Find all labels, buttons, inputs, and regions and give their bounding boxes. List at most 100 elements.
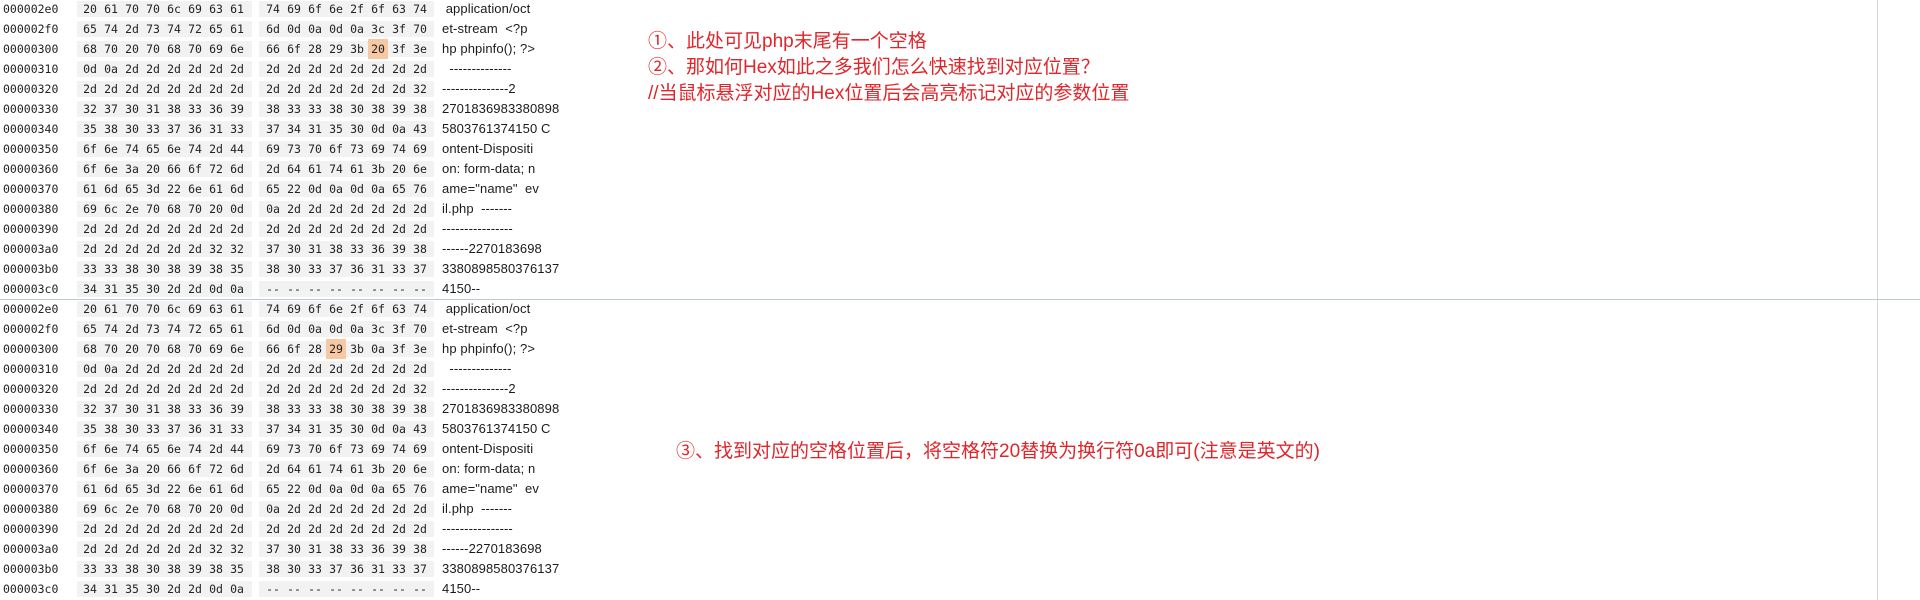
hex-byte[interactable]: 2d	[122, 519, 142, 539]
row-ascii[interactable]: on: form-data; n	[442, 459, 535, 479]
hex-byte[interactable]: 38	[263, 259, 283, 279]
hex-byte[interactable]: 6e	[185, 179, 205, 199]
hex-byte[interactable]: 73	[284, 439, 304, 459]
row-ascii[interactable]: 4150--	[442, 279, 480, 299]
hex-byte[interactable]: 32	[227, 239, 247, 259]
hex-byte[interactable]: 0d	[347, 179, 367, 199]
hex-byte[interactable]: 2d	[410, 519, 430, 539]
hex-byte[interactable]: 65	[80, 319, 100, 339]
hex-byte[interactable]: 6f	[80, 159, 100, 179]
hex-byte[interactable]: 69	[206, 339, 226, 359]
hex-byte[interactable]: 65	[143, 139, 163, 159]
hex-byte[interactable]: 2d	[206, 439, 226, 459]
hex-byte[interactable]: 74	[326, 459, 346, 479]
row-ascii[interactable]: hp phpinfo(); ?>	[442, 339, 535, 359]
row-ascii[interactable]: ------2270183698	[442, 239, 542, 259]
hex-byte[interactable]: 33	[305, 559, 325, 579]
hex-byte[interactable]: 39	[389, 239, 409, 259]
row-ascii[interactable]: ame="name" ev	[442, 479, 539, 499]
hex-byte[interactable]: 3b	[347, 39, 367, 59]
hex-byte[interactable]: 2d	[122, 539, 142, 559]
hex-byte[interactable]: 0a	[263, 499, 283, 519]
hex-byte[interactable]: 69	[284, 299, 304, 319]
hex-byte[interactable]: 2d	[326, 359, 346, 379]
hex-byte[interactable]: 2d	[305, 379, 325, 399]
hex-byte[interactable]: 38	[101, 119, 121, 139]
hex-byte[interactable]: 74	[410, 0, 430, 19]
hex-byte[interactable]: 2d	[368, 379, 388, 399]
hex-byte[interactable]: 68	[164, 499, 184, 519]
hex-byte[interactable]: 6c	[164, 0, 184, 19]
hex-byte[interactable]: 3a	[122, 159, 142, 179]
hex-byte[interactable]: 33	[227, 419, 247, 439]
row-ascii[interactable]: 5803761374150 C	[442, 419, 551, 439]
hex-byte[interactable]: 36	[206, 399, 226, 419]
hex-byte[interactable]: 37	[263, 239, 283, 259]
hex-byte[interactable]: 2d	[122, 359, 142, 379]
hex-byte[interactable]: 31	[305, 119, 325, 139]
hex-byte[interactable]: 70	[185, 199, 205, 219]
hex-byte[interactable]: 0d	[284, 19, 304, 39]
hex-byte[interactable]: 34	[284, 119, 304, 139]
hex-byte[interactable]: 38	[263, 399, 283, 419]
hex-byte[interactable]: 2d	[80, 519, 100, 539]
hex-byte[interactable]: 31	[305, 419, 325, 439]
hex-byte[interactable]: 2d	[80, 79, 100, 99]
hex-byte[interactable]: 35	[326, 119, 346, 139]
hex-byte[interactable]: 69	[263, 139, 283, 159]
hex-byte[interactable]: 2d	[368, 219, 388, 239]
hex-byte[interactable]: 2d	[326, 519, 346, 539]
hex-byte[interactable]: 36	[347, 559, 367, 579]
hex-byte[interactable]: --	[263, 579, 283, 599]
hex-byte[interactable]: 38	[164, 559, 184, 579]
hex-byte[interactable]: 35	[326, 419, 346, 439]
hex-byte[interactable]: 39	[185, 259, 205, 279]
hex-byte[interactable]: 32	[227, 539, 247, 559]
row-ascii[interactable]: application/oct	[442, 299, 531, 319]
hex-byte[interactable]: 2d	[143, 239, 163, 259]
hex-byte[interactable]: 2d	[410, 219, 430, 239]
hex-byte[interactable]: 2d	[263, 79, 283, 99]
hex-byte[interactable]: 2d	[389, 219, 409, 239]
hex-byte[interactable]: 0a	[326, 479, 346, 499]
hex-byte[interactable]: 2d	[410, 499, 430, 519]
hex-byte[interactable]: 2d	[368, 59, 388, 79]
hex-byte[interactable]: 6e	[101, 459, 121, 479]
hex-byte[interactable]: 74	[263, 299, 283, 319]
hex-byte[interactable]: 6d	[227, 479, 247, 499]
hex-byte[interactable]: 0d	[368, 419, 388, 439]
hex-byte[interactable]: 33	[185, 99, 205, 119]
hex-byte[interactable]: 70	[122, 0, 142, 19]
hex-byte[interactable]: 2d	[389, 59, 409, 79]
hex-byte[interactable]: 22	[164, 179, 184, 199]
hex-byte[interactable]: 2d	[284, 59, 304, 79]
hex-byte[interactable]: 35	[80, 119, 100, 139]
hex-byte[interactable]: 20	[206, 499, 226, 519]
hex-byte[interactable]: --	[347, 579, 367, 599]
top-scrollbar[interactable]	[1878, 0, 1920, 300]
hex-byte[interactable]: 20	[143, 159, 163, 179]
hex-byte[interactable]: 0d	[305, 179, 325, 199]
hex-byte[interactable]: 2d	[101, 519, 121, 539]
hex-byte[interactable]: 68	[164, 339, 184, 359]
hex-byte[interactable]: 30	[347, 119, 367, 139]
hex-byte[interactable]: 22	[284, 479, 304, 499]
hex-byte[interactable]: 3e	[410, 339, 430, 359]
hex-byte[interactable]: 30	[122, 119, 142, 139]
hex-byte[interactable]: 31	[305, 239, 325, 259]
hex-byte[interactable]: 32	[206, 539, 226, 559]
hex-byte[interactable]: 2d	[206, 139, 226, 159]
hex-byte[interactable]: 2d	[206, 519, 226, 539]
hex-byte[interactable]: 29	[326, 39, 346, 59]
hex-byte[interactable]: 68	[80, 339, 100, 359]
hex-byte[interactable]: 2d	[185, 539, 205, 559]
hex-byte[interactable]: 0a	[368, 339, 388, 359]
hex-byte[interactable]: 6e	[410, 459, 430, 479]
hex-byte[interactable]: 37	[326, 559, 346, 579]
hex-byte[interactable]: 61	[227, 319, 247, 339]
hex-byte[interactable]: 37	[101, 99, 121, 119]
hex-byte[interactable]: 37	[410, 559, 430, 579]
hex-byte[interactable]: 2f	[347, 299, 367, 319]
hex-byte[interactable]: 70	[101, 39, 121, 59]
hex-byte[interactable]: 65	[122, 179, 142, 199]
